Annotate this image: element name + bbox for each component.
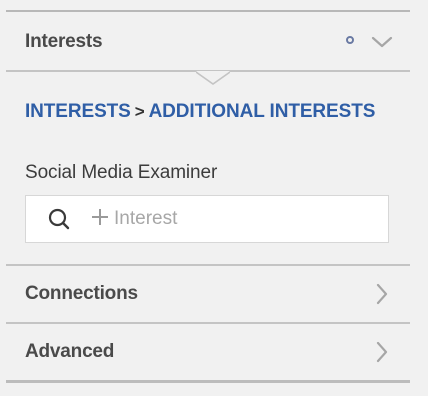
- chevron-right-icon[interactable]: [370, 340, 394, 364]
- connections-section-title: Connections: [25, 283, 138, 304]
- connections-section-header[interactable]: Connections: [6, 272, 410, 316]
- interest-search-box[interactable]: [25, 195, 389, 243]
- interests-section-title: Interests: [25, 31, 103, 52]
- interest-breadcrumb: INTERESTS > ADDITIONAL INTERESTS: [25, 98, 405, 125]
- divider: [6, 380, 410, 383]
- targeting-panel: Interests INTERESTS > ADDITIONAL INTERESTS…: [6, 0, 410, 396]
- chevron-right-icon[interactable]: [370, 282, 394, 306]
- status-dot-icon: [346, 36, 354, 44]
- selected-interest: Social Media Examiner: [25, 162, 218, 183]
- breadcrumb-separator: >: [134, 102, 145, 121]
- advanced-section-title: Advanced: [25, 341, 115, 362]
- plus-icon: [92, 209, 108, 225]
- interest-search-input[interactable]: [114, 208, 354, 230]
- section-pointer-notch: [196, 71, 230, 85]
- divider: [6, 10, 410, 12]
- advanced-section-header[interactable]: Advanced: [6, 330, 410, 374]
- search-icon: [48, 208, 70, 230]
- breadcrumb-link-interests[interactable]: INTERESTS: [25, 101, 131, 122]
- interests-section-header[interactable]: Interests: [6, 20, 410, 64]
- chevron-down-icon[interactable]: [370, 30, 394, 54]
- divider: [6, 264, 410, 266]
- divider: [6, 322, 410, 324]
- breadcrumb-link-additional-interests[interactable]: ADDITIONAL INTERESTS: [149, 101, 376, 122]
